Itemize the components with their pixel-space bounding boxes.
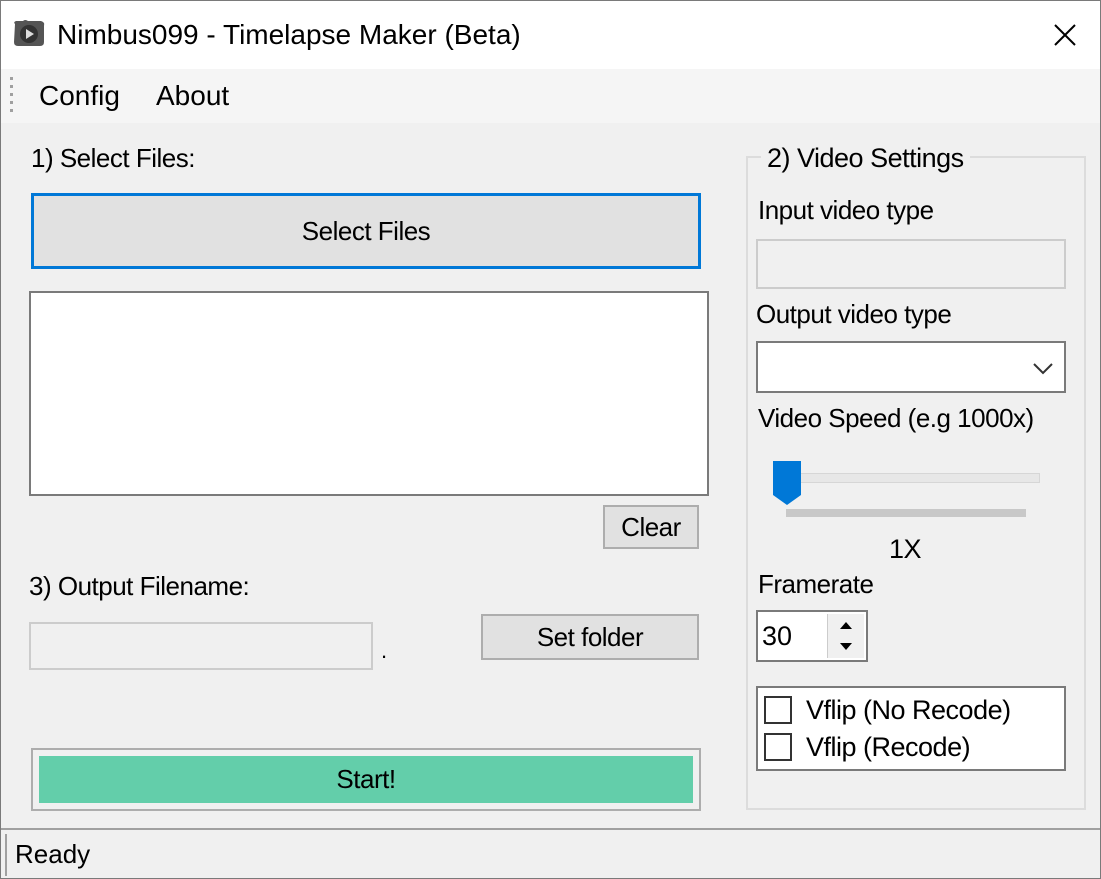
output-video-type-select[interactable] — [756, 341, 1066, 393]
chevron-down-icon — [1033, 363, 1053, 375]
menu-config[interactable]: Config — [39, 79, 120, 113]
start-button[interactable]: Start! — [31, 748, 701, 811]
video-speed-slider-thumb[interactable] — [771, 459, 803, 507]
vflip-recode-checkbox[interactable] — [764, 733, 792, 761]
select-files-button[interactable]: Select Files — [31, 193, 701, 269]
arrow-down-icon — [840, 643, 852, 650]
window-title: Nimbus099 - Timelapse Maker (Beta) — [57, 19, 521, 50]
extension-separator: . — [381, 638, 387, 663]
clear-button[interactable]: Clear — [603, 505, 699, 549]
app-window: Nimbus099 - Timelapse Maker (Beta) Confi… — [0, 0, 1101, 879]
arrow-up-icon — [840, 622, 852, 629]
close-button[interactable] — [1030, 1, 1100, 69]
title-bar: Nimbus099 - Timelapse Maker (Beta) — [1, 1, 1100, 69]
framerate-value[interactable]: 30 — [762, 618, 792, 654]
status-bar: Ready — [1, 828, 1100, 878]
video-settings-title: 2) Video Settings — [761, 142, 970, 174]
app-icon — [11, 18, 47, 48]
input-video-type-field[interactable] — [756, 239, 1066, 289]
video-speed-value: 1X — [889, 534, 922, 564]
file-list[interactable] — [29, 291, 709, 496]
toolbar-grip[interactable] — [10, 77, 14, 117]
vflip-recode-option[interactable]: Vflip (Recode) — [764, 729, 971, 765]
video-speed-label: Video Speed (e.g 1000x) — [758, 403, 1034, 433]
vflip-no-recode-checkbox[interactable] — [764, 696, 792, 724]
output-filename-field[interactable] — [29, 622, 373, 670]
start-button-label: Start! — [39, 756, 693, 803]
vflip-no-recode-option[interactable]: Vflip (No Recode) — [764, 692, 1011, 728]
vflip-recode-label: Vflip (Recode) — [806, 731, 971, 762]
vflip-options-list: Vflip (No Recode) Vflip (Recode) — [756, 686, 1066, 771]
spin-down-button[interactable] — [828, 636, 864, 658]
input-video-type-label: Input video type — [758, 195, 934, 225]
framerate-spinner[interactable]: 30 — [756, 610, 868, 662]
framerate-spin-buttons — [827, 614, 864, 658]
output-filename-label: 3) Output Filename: — [29, 571, 250, 601]
video-speed-track[interactable] — [784, 473, 1040, 483]
framerate-label: Framerate — [758, 569, 874, 599]
close-icon — [1054, 24, 1076, 46]
set-folder-button[interactable]: Set folder — [481, 614, 699, 660]
video-speed-tick-line — [786, 509, 1026, 517]
vflip-no-recode-label: Vflip (No Recode) — [806, 694, 1011, 725]
menu-about[interactable]: About — [156, 79, 229, 113]
status-text: Ready — [15, 839, 91, 869]
spin-up-button[interactable] — [828, 614, 864, 637]
status-panel: Ready — [5, 834, 1095, 876]
select-files-label: 1) Select Files: — [31, 143, 195, 173]
menu-bar: Config About — [1, 69, 1100, 123]
output-video-type-label: Output video type — [756, 299, 952, 329]
